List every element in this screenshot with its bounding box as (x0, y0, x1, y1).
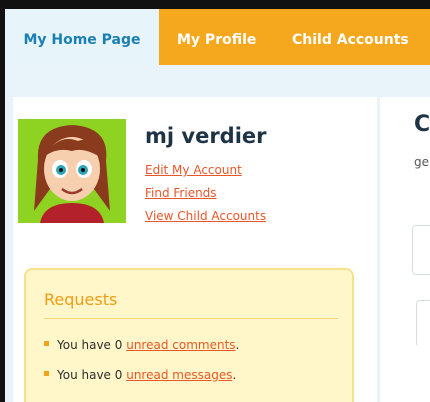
right-panel-subtext: ge (414, 155, 429, 169)
window-frame-top (0, 0, 430, 9)
username: mj verdier (145, 124, 267, 148)
find-friends-link[interactable]: Find Friends (145, 186, 217, 200)
avatar-illustration-icon (18, 119, 126, 223)
requests-box: Requests You have 0 unread comments. You… (24, 268, 354, 402)
tab-my-home-page[interactable]: My Home Page (5, 9, 159, 65)
request-row-comments: You have 0 unread comments. (44, 338, 239, 352)
edit-my-account-link[interactable]: Edit My Account (145, 163, 242, 177)
right-panel-box (416, 300, 430, 347)
right-panel-heading: C (414, 112, 430, 137)
tab-bar: My Home Page My Profile Child Accounts (5, 9, 430, 65)
avatar (18, 119, 126, 223)
request-row-messages: You have 0 unread messages. (44, 368, 236, 382)
unread-messages-link[interactable]: unread messages (126, 368, 232, 382)
request-suffix: . (235, 338, 240, 352)
request-text: You have 0 (57, 338, 127, 352)
tab-my-profile[interactable]: My Profile (177, 9, 256, 65)
request-text: You have 0 (57, 368, 127, 382)
tab-child-accounts[interactable]: Child Accounts (292, 9, 409, 65)
requests-title: Requests (44, 290, 118, 309)
unread-comments-link[interactable]: unread comments (126, 338, 235, 352)
request-suffix: . (232, 368, 237, 382)
view-child-accounts-link[interactable]: View Child Accounts (145, 209, 266, 223)
page-background (380, 345, 430, 402)
bullet-icon (44, 371, 49, 376)
right-panel-box (412, 225, 430, 275)
bullet-icon (44, 341, 49, 346)
requests-divider (44, 318, 338, 319)
